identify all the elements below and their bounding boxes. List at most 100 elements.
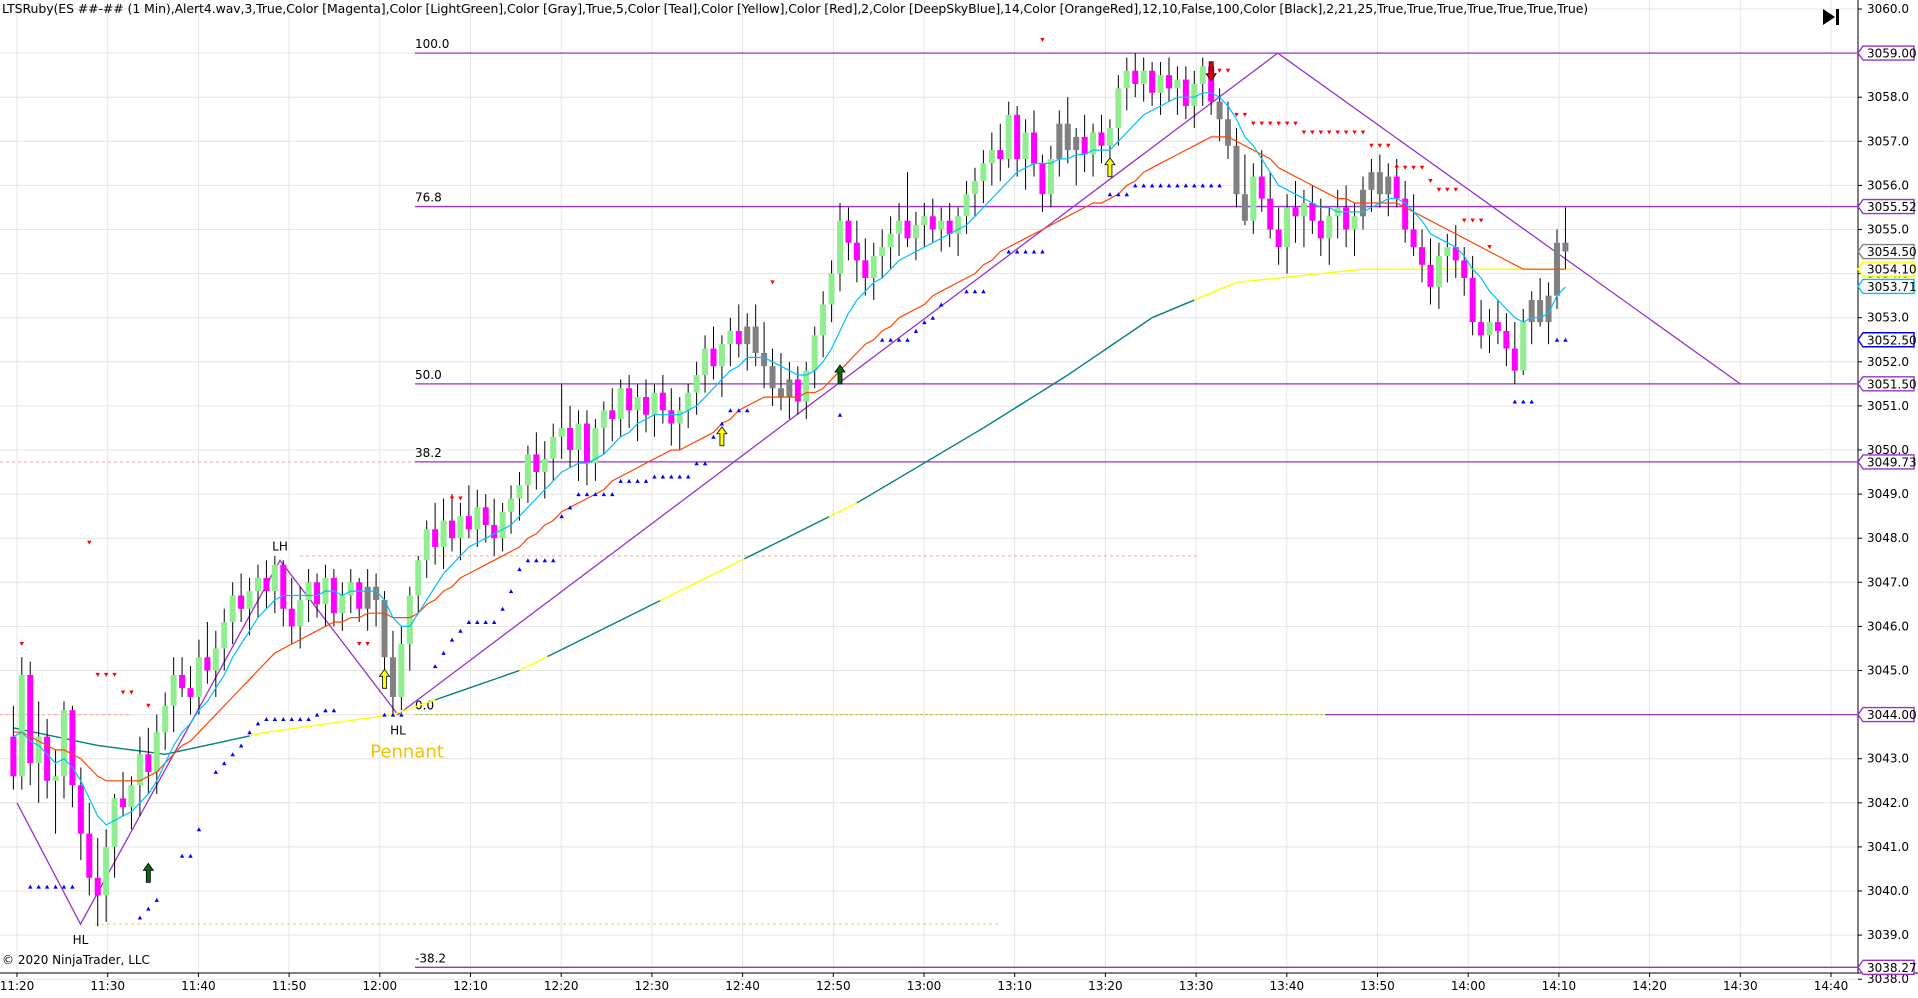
candle-body [997,150,1004,159]
candle-body [1343,207,1350,230]
swing-label: LH [272,539,288,553]
buy-dot [61,884,67,889]
long-ma-segment [1208,287,1223,295]
candle-body [617,388,624,420]
long-ma-segment [266,728,288,733]
price-badge: 3054.10 [1857,261,1917,277]
candle-body [86,833,93,878]
badge-label: 3055.52 [1867,200,1917,214]
candle-body [60,710,67,777]
buy-dot [36,884,41,889]
buy-dot [323,708,328,713]
sell-dot [1369,143,1374,148]
candle-body [221,621,228,649]
candle-body [1300,203,1307,217]
up-arrow-icon [142,862,155,883]
fib-label: 100.0 [415,37,449,51]
sell-dot [1327,130,1332,135]
sell-dot [1268,121,1273,126]
fib-levels: 100.076.850.038.20.0-38.2 [0,37,1858,968]
long-ma-segment [1109,336,1125,347]
candle-body [1520,322,1527,371]
buy-dot [517,567,522,572]
candle-body [761,352,768,367]
x-tick-label: 13:50 [1360,979,1395,993]
sell-dot [112,672,117,677]
long-ma-segment [659,586,689,602]
up-arrow-icon [378,668,391,689]
long-ma-segment [983,418,998,429]
sell-dot [1259,121,1264,126]
buy-dot [972,289,978,294]
chart-area[interactable]: 100.0 76.8 50.0 38.2 0.0 -38.2 LH HL HL Pennant … [0,0,1918,998]
badge-label: 3038.27 [1867,961,1917,975]
fib-label: -38.2 [415,951,446,965]
candle-body [1199,66,1206,84]
long-ma-segment [108,746,121,750]
candle-body [887,233,894,248]
candle-body [643,397,650,415]
candle-body [482,507,489,525]
long-ma-segment [1095,345,1111,357]
badge-label: 3044.00 [1867,708,1917,722]
candle-body [229,595,236,622]
candle-body [356,582,363,609]
y-tick-label: 3056.0 [1867,178,1909,192]
candle-body [1444,247,1451,256]
long-ma-segment [329,719,351,725]
y-tick-label: 3058.0 [1867,90,1909,104]
candle-body [1385,176,1392,195]
sell-dot [1436,187,1442,192]
candle-body [1081,136,1088,155]
zigzag-lines [16,52,1741,926]
candle-body [651,392,658,415]
candle-body [567,427,574,450]
candle-body [263,577,270,592]
buy-dot [281,717,286,722]
candle-body [1478,322,1485,336]
badge-label: 3052.50 [1867,333,1917,347]
buy-dot [643,478,649,483]
sell-dot [1352,130,1357,135]
candle-body [238,595,245,609]
candle-body [1461,260,1468,279]
buy-dot [264,717,269,722]
candle-body [1005,114,1012,159]
buy-dot [905,337,910,342]
long-ma-segment [83,741,98,747]
candle-body [187,688,194,697]
badge-label: 3053.71 [1867,280,1917,294]
sell-dot [1040,37,1045,42]
candle-body [870,255,877,279]
sell-dot [95,672,100,677]
buy-dot [272,717,278,722]
x-tick-label: 13:10 [997,979,1032,993]
candle-body [609,410,616,420]
long-ma-segment [477,677,499,686]
long-ma-segment [198,742,216,748]
long-ma-segment [519,655,548,672]
candle-body [145,754,152,772]
arrow-shape [1104,157,1116,178]
arrow-shape [716,426,728,447]
price-chart[interactable]: 100.076.850.038.20.0-38.2 LHHLHLPennant … [0,0,1918,998]
candle-body [448,520,455,539]
skip-forward-icon[interactable] [1820,6,1842,28]
sell-dot [1276,121,1281,126]
buy-dot [222,761,227,766]
candle-body [1115,88,1122,129]
badge-label: 3049.73 [1867,455,1917,469]
y-tick-label: 3051.0 [1867,399,1909,413]
sell-dot [1251,121,1256,126]
copyright-text: © 2020 NinjaTrader, LLC [2,953,150,967]
signal-dots [19,37,1568,920]
buy-dot [1031,249,1037,254]
candle-body [575,423,582,450]
sell-dot [1462,218,1467,223]
candle-body [1503,330,1510,349]
candle-body [524,454,531,486]
long-ma-segment [1053,374,1069,385]
sell-dot [458,496,463,501]
candle-body [600,410,607,428]
long-ma-segment [1123,326,1139,338]
